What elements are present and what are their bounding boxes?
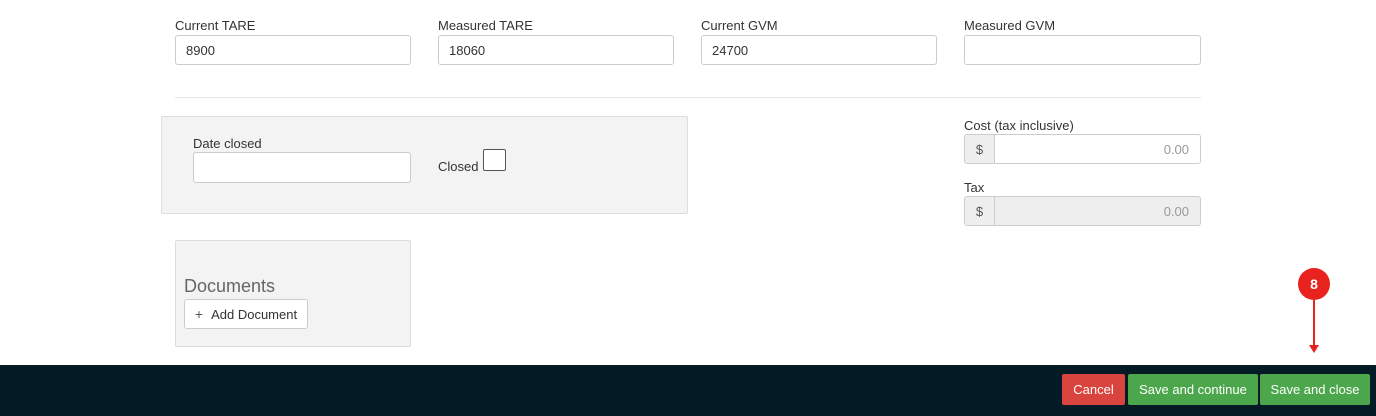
add-document-button[interactable]: + Add Document <box>184 299 308 329</box>
measured-gvm-input[interactable] <box>964 35 1201 65</box>
date-closed-input[interactable] <box>193 152 411 183</box>
cost-label: Cost (tax inclusive) <box>964 118 1074 133</box>
date-closed-label: Date closed <box>193 136 262 151</box>
documents-title: Documents <box>184 276 276 296</box>
cost-input[interactable] <box>995 135 1200 163</box>
closed-checkbox[interactable] <box>483 149 506 171</box>
cost-input-group: $ <box>964 134 1201 164</box>
tax-label: Tax <box>964 180 985 195</box>
plus-icon: + <box>194 306 204 322</box>
measured-tare-label: Measured TARE <box>438 18 533 33</box>
current-tare-input[interactable] <box>175 35 411 65</box>
save-and-close-button[interactable]: Save and close <box>1260 374 1370 405</box>
cost-currency-addon: $ <box>965 135 995 163</box>
tax-input-group: $ <box>964 196 1201 226</box>
current-gvm-label: Current GVM <box>701 18 778 33</box>
current-tare-label: Current TARE <box>175 18 256 33</box>
closed-label: Closed <box>438 159 479 174</box>
step-annotation-badge: 8 <box>1298 268 1330 300</box>
annotation-arrow-line <box>1313 300 1315 346</box>
tax-currency-addon: $ <box>965 197 995 225</box>
section-divider <box>175 97 1201 98</box>
cancel-button[interactable]: Cancel <box>1062 374 1125 405</box>
annotation-arrow-icon <box>1309 345 1319 353</box>
measured-gvm-label: Measured GVM <box>964 18 1056 33</box>
measured-tare-input[interactable] <box>438 35 674 65</box>
current-gvm-input[interactable] <box>701 35 937 65</box>
save-and-continue-button[interactable]: Save and continue <box>1128 374 1258 405</box>
tax-input <box>995 197 1200 225</box>
add-document-label: Add Document <box>211 306 298 322</box>
